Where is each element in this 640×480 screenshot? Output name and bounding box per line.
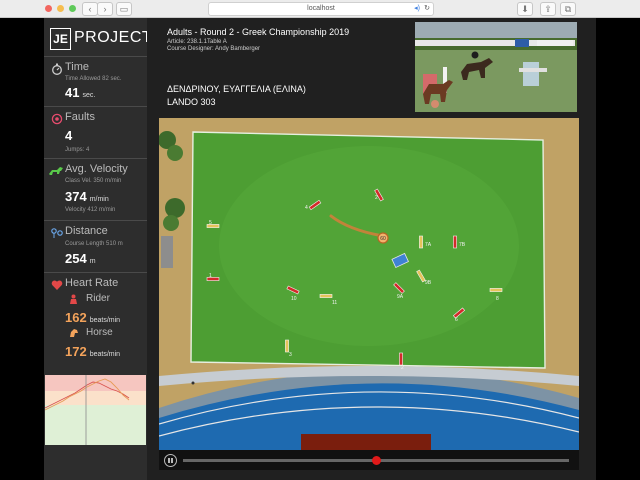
forward-button[interactable]: › bbox=[97, 2, 113, 16]
heart-rate-panel: Heart Rate Rider 162 beats/min Horse 172 b… bbox=[44, 272, 147, 373]
heart-rate-graph bbox=[45, 375, 146, 445]
velocity-panel: Avg. Velocity Class Vel. 350 m/min 374 m/… bbox=[44, 158, 147, 219]
horse-position-marker: 60 bbox=[377, 232, 389, 244]
logo: JE PROJECT bbox=[48, 27, 152, 53]
close-window-button[interactable] bbox=[45, 5, 52, 12]
fence-rail bbox=[489, 288, 503, 292]
distance-value: 254 bbox=[65, 251, 87, 266]
distance-icon bbox=[51, 228, 63, 238]
browser-toolbar: ‹ › ▭ localhost ◂) ↻ ⬇ ⇪ ⧉ bbox=[0, 0, 640, 18]
class-velocity: Class Vel. 350 m/min bbox=[65, 178, 122, 184]
heart-title: Heart Rate bbox=[65, 277, 119, 289]
address-bar[interactable]: localhost ◂) ↻ bbox=[208, 2, 434, 16]
rider-icon bbox=[70, 294, 77, 304]
course-designer: Course Designer: Andy Bamberger bbox=[167, 46, 261, 52]
fence-rail bbox=[285, 339, 289, 353]
fence-label: 2 bbox=[375, 195, 378, 201]
velocity-value: 374 bbox=[65, 189, 87, 204]
time-panel: Time Time Allowed 82 sec. 41 sec. bbox=[44, 56, 147, 106]
timeline-track[interactable] bbox=[183, 456, 569, 465]
rider-hr-unit: beats/min bbox=[89, 317, 121, 324]
current-velocity: Velocity 412 m/min bbox=[65, 207, 116, 213]
event-title: Adults - Round 2 - Greek Championship 20… bbox=[167, 27, 350, 37]
fence-label: 2 bbox=[401, 365, 404, 371]
heart-rate-graph-canvas bbox=[45, 375, 146, 445]
horse-hr-unit: beats/min bbox=[89, 351, 121, 358]
horse-icon bbox=[49, 167, 63, 175]
back-button[interactable]: ‹ bbox=[82, 2, 98, 16]
faults-icon bbox=[51, 113, 63, 125]
download-icon[interactable]: ⬇ bbox=[517, 2, 533, 16]
rider-label: Rider bbox=[86, 293, 110, 304]
speaker-icon[interactable]: ◂) bbox=[414, 3, 420, 15]
fence-rail bbox=[453, 235, 457, 249]
velocity-unit: m/min bbox=[89, 196, 109, 203]
rider-hr-row: 162 beats/min bbox=[65, 310, 120, 325]
fence-rail bbox=[419, 235, 423, 249]
time-title: Time bbox=[65, 61, 90, 73]
horse-label: Horse bbox=[86, 327, 113, 338]
sidebar-toggle-button[interactable]: ▭ bbox=[116, 2, 132, 16]
course-length: Course Length 510 m bbox=[65, 241, 123, 247]
timeline-knob[interactable] bbox=[371, 456, 381, 465]
share-icon[interactable]: ⇪ bbox=[540, 2, 556, 16]
app: JE PROJECT Time Time Allowed 82 sec. 41 s… bbox=[44, 18, 596, 480]
horse-position-label: 60 bbox=[380, 236, 386, 242]
stopwatch-icon bbox=[52, 63, 62, 75]
reload-icon[interactable]: ↻ bbox=[424, 3, 430, 15]
playback-bar bbox=[159, 450, 579, 470]
event-article: Article: 238.1.1Table A bbox=[167, 39, 227, 45]
distance-panel: Distance Course Length 510 m 254 m bbox=[44, 220, 147, 271]
main-panel: Adults - Round 2 - Greek Championship 20… bbox=[147, 18, 596, 480]
horse-hr-value: 172 bbox=[65, 344, 87, 359]
fence-label: 9A bbox=[397, 294, 404, 300]
maximize-window-button[interactable] bbox=[69, 5, 76, 12]
distance-title: Distance bbox=[65, 225, 108, 237]
minimize-window-button[interactable] bbox=[57, 5, 64, 12]
time-allowed: Time Allowed 82 sec. bbox=[65, 76, 122, 82]
time-value: 41 bbox=[65, 85, 80, 100]
fence-label: 5 bbox=[209, 220, 212, 226]
stats-sidebar: JE PROJECT Time Time Allowed 82 sec. 41 s… bbox=[44, 18, 152, 480]
horse-name: LANDO 303 bbox=[167, 97, 216, 107]
horse-head-icon bbox=[70, 329, 78, 337]
fence-label: 3 bbox=[289, 352, 292, 358]
faults-title: Faults bbox=[65, 111, 95, 123]
time-unit: sec. bbox=[82, 92, 96, 99]
course-map[interactable]: 60 4 2 5 7A 7B 9B 9A 10 11 8 6 3 2 1 bbox=[159, 118, 579, 450]
logo-box: JE bbox=[50, 28, 71, 50]
tabs-icon[interactable]: ⧉ bbox=[560, 2, 576, 16]
live-video[interactable] bbox=[415, 22, 577, 112]
velocity-value-row: 374 m/min bbox=[65, 189, 109, 204]
faults-value: 4 bbox=[65, 128, 73, 143]
distance-unit: m bbox=[89, 258, 96, 265]
heart-icon bbox=[51, 280, 63, 290]
video-frame bbox=[415, 22, 577, 112]
rider-hr-value: 162 bbox=[65, 310, 87, 325]
fence-rail bbox=[399, 352, 403, 366]
fence-rail bbox=[319, 294, 333, 298]
fence-label: 9B bbox=[425, 280, 432, 286]
fence-label: 1 bbox=[209, 273, 212, 279]
fence-label: 11 bbox=[332, 300, 337, 306]
url-text: localhost bbox=[307, 5, 335, 12]
horse-hr-row: 172 beats/min bbox=[65, 344, 120, 359]
fence-label: 6 bbox=[455, 317, 458, 323]
fence-label: 8 bbox=[496, 296, 499, 302]
faults-jumps: Jumps: 4 bbox=[65, 147, 90, 153]
time-value-row: 41 sec. bbox=[65, 85, 95, 100]
distance-value-row: 254 m bbox=[65, 251, 96, 266]
fence-label: 7B bbox=[459, 242, 466, 248]
faults-panel: Faults 4 Jumps: 4 bbox=[44, 106, 147, 158]
pause-button[interactable] bbox=[164, 454, 177, 467]
course-map-canvas: 60 4 2 5 7A 7B 9B 9A 10 11 8 6 3 2 1 bbox=[159, 118, 579, 450]
fence-label: 7A bbox=[425, 242, 432, 248]
fence-label: 4 bbox=[305, 205, 308, 211]
logo-word: PROJECT bbox=[74, 29, 153, 46]
fence-label: 10 bbox=[291, 296, 297, 302]
rider-name: ΔΕΝΔΡΙΝΟΥ, ΕΥΑΓΓΕΛΙΑ (ΕΛΙΝΑ) bbox=[167, 84, 306, 94]
velocity-title: Avg. Velocity bbox=[65, 163, 128, 175]
